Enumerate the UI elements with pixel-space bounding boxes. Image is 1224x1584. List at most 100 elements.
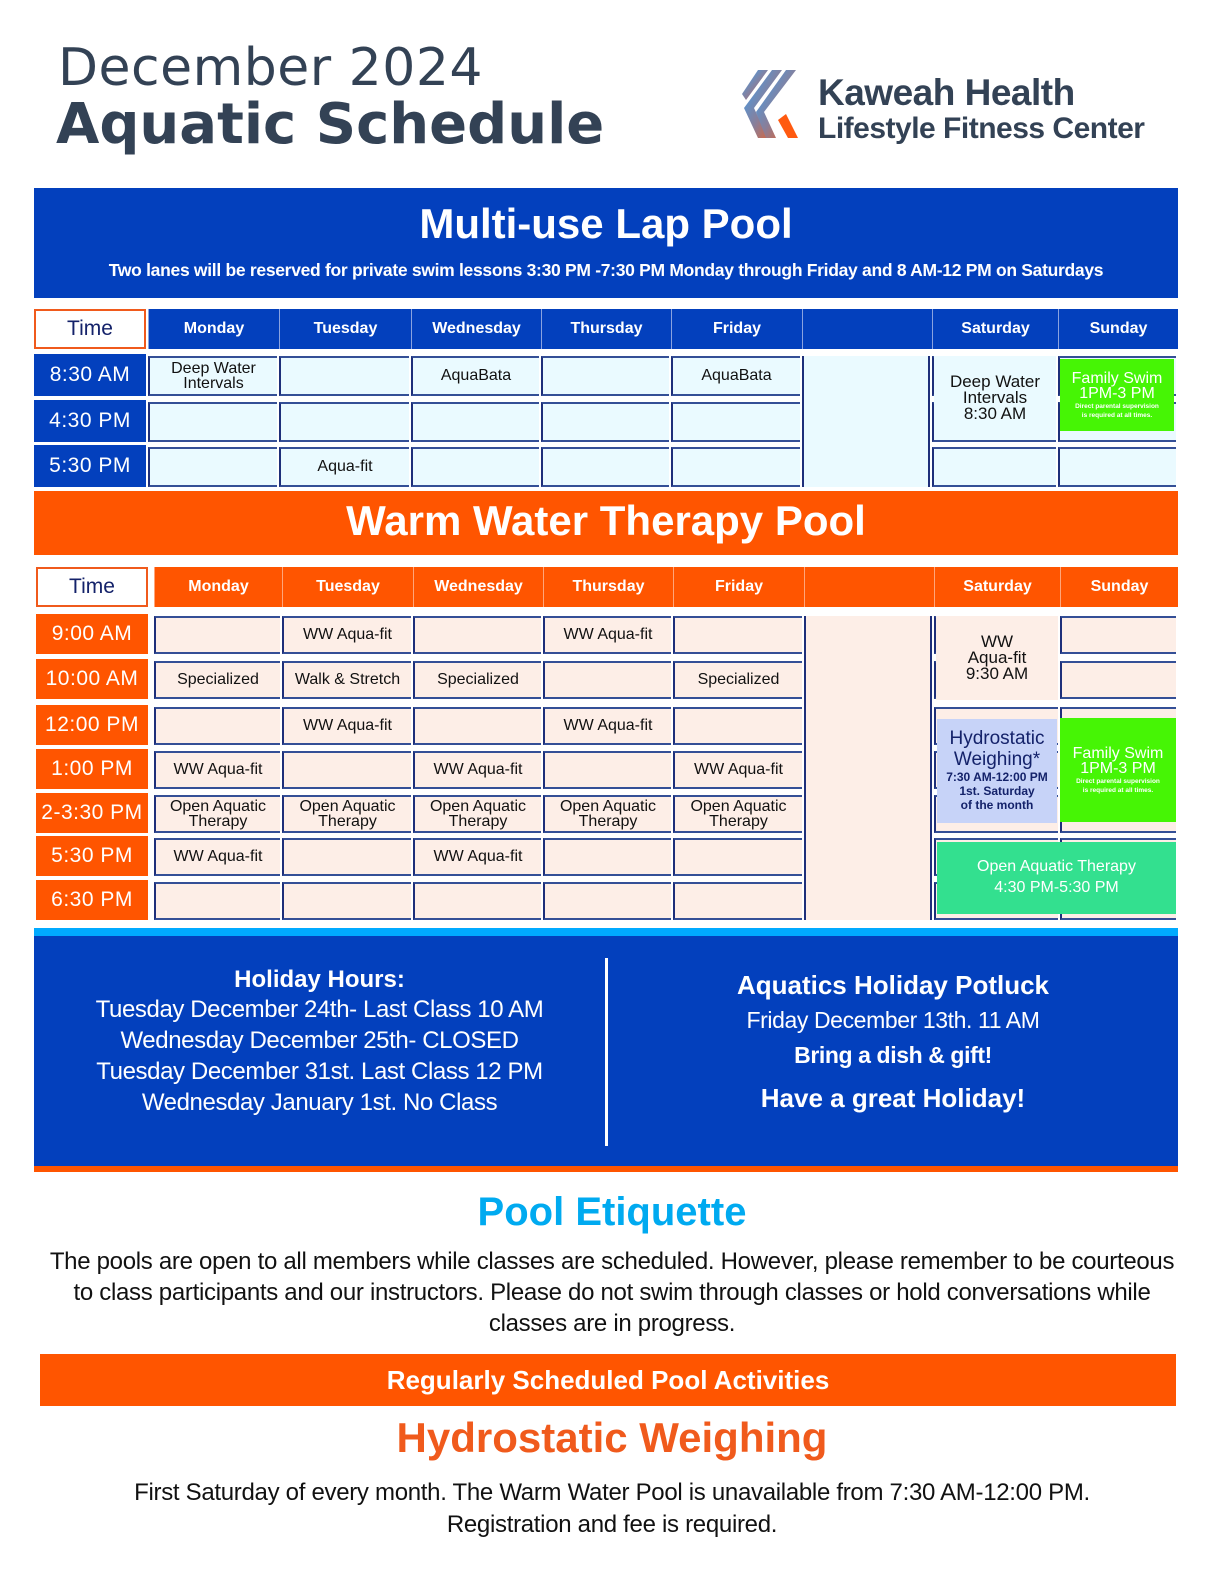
schedule-cell [671,447,800,487]
schedule-cell: WW Aqua-fit [543,707,671,745]
schedule-cell [411,447,539,487]
schedule-cell: Specialized [413,661,541,699]
time-slot-label: 6:30 PM [36,880,148,920]
time-slot-label: 5:30 PM [34,445,146,487]
schedule-cell [543,751,671,789]
schedule-cell [279,356,409,396]
family-swim-time: 1PM-3 PM [1080,759,1156,777]
day-header: Saturday [934,567,1060,607]
schedule-cell: WW Aqua-fit [154,751,280,789]
class-name: WW Aqua-fit [563,717,653,735]
day-header: Monday [148,309,279,349]
divider-line [34,928,1178,936]
class-name: Open Aquatic [169,797,267,815]
schedule-cell [1060,661,1176,699]
hydrostatic-weighing-line: First Saturday of every month. The Warm … [134,1479,1090,1506]
schedule-cell: WW Aqua-fit [413,751,541,789]
class-name: WW Aqua-fit [433,761,523,779]
class-name: Specialized [177,671,259,689]
day-header: Sunday [1058,309,1178,349]
holiday-greeting: Have a great Holiday! [760,1083,1026,1113]
schedule-cell [1060,616,1176,654]
class-name: Open Aquatic [429,797,527,815]
hydrostatic-title: Hydrostatic [949,728,1045,750]
time-slot-label: 9:00 AM [36,614,148,654]
hydrostatic-note: 7:30 AM-12:00 PM [946,770,1048,785]
family-swim-note: Direct parental supervision [1075,403,1159,411]
logo-title: Kaweah Health [818,72,1075,113]
schedule-cell: Walk & Stretch [282,661,411,699]
schedule-cell: WW Aqua-fit [543,616,671,654]
class-name: AquaBata [440,367,512,385]
hydrostatic-title: Weighing* [953,749,1041,771]
hydrostatic-weighing-line: Registration and fee is required. [446,1511,778,1538]
schedule-cell [673,838,802,876]
kaweah-health-logo-icon [742,70,798,138]
class-name: AquaBata [701,367,772,385]
day-header: Thursday [541,309,671,349]
class-name: Specialized [437,671,519,689]
schedule-cell: Deep Water Intervals [148,356,277,396]
schedule-cell [543,661,671,699]
page-title: Aquatic Schedule [56,92,605,157]
class-name: Open Aquatic [690,797,787,815]
schedule-cell [282,838,411,876]
schedule-cell [673,707,802,745]
schedule-cell: AquaBata [671,356,800,396]
class-name: Therapy [188,813,248,830]
class-name: Aqua-fit [317,458,373,476]
schedule-cell: WW Aqua-fit [673,751,802,789]
schedule-cell [148,447,277,487]
schedule-cell [282,751,411,789]
family-swim-note: Direct parental supervision [1076,778,1160,786]
schedule-cell: WW Aqua-fit [413,838,541,876]
saturday-ww-aqua-fit: WW Aqua-fit 9:30 AM [936,616,1058,700]
class-name: Therapy [709,813,768,830]
potluck-date: Friday December 13th. 11 AM [746,1007,1040,1033]
day-header: Tuesday [279,309,411,349]
holiday-hours-line: Wednesday December 25th- CLOSED [120,1027,519,1054]
sunday-family-swim: Family Swim 1PM-3 PM Direct parental super… [1060,718,1176,822]
logo-subtitle: Lifestyle Fitness Center [818,112,1145,145]
schedule-cell [541,447,669,487]
class-name: Therapy [318,813,377,830]
lap-pool-title: Multi-use Lap Pool [419,200,793,247]
saturday-hydrostatic-weighing: Hydrostatic Weighing* 7:30 AM-12:00 PM 1st.… [937,719,1057,823]
day-header: Thursday [543,567,673,607]
schedule-cell: Specialized [673,661,802,699]
schedule-cell [411,402,539,442]
time-slot-label: 4:30 PM [34,400,146,442]
etiquette-title: Pool Etiquette [477,1190,747,1234]
schedule-cell: AquaBata [411,356,539,396]
family-swim-title: Family Swim [1071,369,1163,387]
holiday-potluck: Aquatics Holiday Potluck Friday December… [608,970,1178,1114]
day-header: Friday [671,309,802,349]
schedule-cell: WW Aqua-fit [282,707,411,745]
class-name: WW Aqua-fit [694,761,783,779]
class-name: Open Aquatic [559,797,657,815]
etiquette-body: The pools are open to all members while … [49,1248,1175,1337]
schedule-cell [154,616,280,654]
schedule-cell [154,707,280,745]
open-aquatic-time: 4:30 PM-5:30 PM [994,879,1119,896]
family-swim-title: Family Swim [1072,744,1164,762]
time-column-header: Time [36,567,148,607]
family-swim-time: 1PM-3 PM [1079,384,1155,402]
class-name: Walk & Stretch [294,671,401,689]
time-slot-label: 10:00 AM [36,659,148,699]
class-name: WW Aqua-fit [563,626,653,644]
schedule-cell: Open Aquatic Therapy [673,795,802,833]
family-swim-note: is required at all times. [1081,412,1153,420]
class-name: WW Aqua-fit [173,761,263,779]
regular-activities-banner: Regularly Scheduled Pool Activities [40,1354,1176,1406]
holiday-hours: Holiday Hours: Tuesday December 24th- La… [34,966,605,1118]
schedule-cell: Open Aquatic Therapy [543,795,671,833]
schedule-cell [673,616,802,654]
time-slot-label: 2-3:30 PM [36,793,148,833]
time-column-header: Time [34,309,146,349]
schedule-cell [541,356,669,396]
schedule-cell: WW Aqua-fit [282,616,411,654]
hydrostatic-weighing-body: First Saturday of every month. The Warm … [40,1477,1184,1541]
schedule-cell [1058,447,1176,487]
hydrostatic-note: 1st. Saturday [959,783,1035,798]
